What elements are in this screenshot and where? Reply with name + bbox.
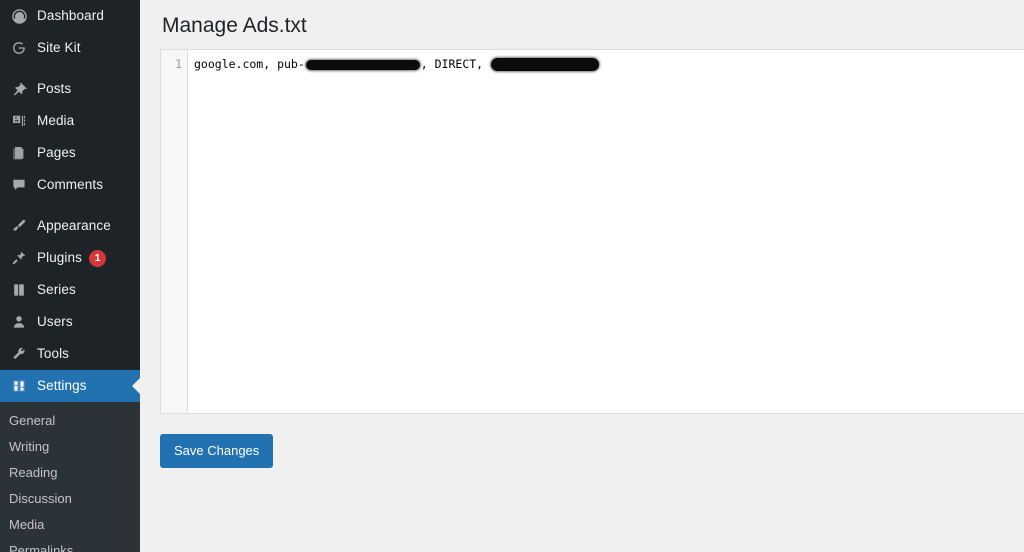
comments-icon (8, 175, 30, 195)
main-content: Manage Ads.txt 1 google.com, pub- , DIREC… (140, 0, 1024, 552)
pin-icon (8, 79, 30, 99)
sidebar-item-label: Series (37, 282, 76, 298)
wordpress-admin-screen: Dashboard Site Kit Posts Media Pages Com… (0, 0, 1024, 552)
plug-icon (8, 248, 30, 268)
save-changes-button[interactable]: Save Changes (160, 434, 274, 469)
ads-txt-code-editor[interactable]: 1 google.com, pub- , DIRECT, (160, 49, 1024, 415)
sidebar-item-comments[interactable]: Comments (0, 169, 140, 201)
page-title: Manage Ads.txt (162, 14, 307, 37)
submit-row: Save Changes (140, 414, 1024, 469)
sidebar-item-label: Site Kit (37, 40, 81, 56)
sidebar-item-label: Comments (37, 177, 104, 193)
sidebar-group-main: Dashboard Site Kit (0, 0, 140, 64)
sidebar-item-settings[interactable]: Settings (0, 370, 140, 402)
sidebar-item-site-kit[interactable]: Site Kit (0, 32, 140, 64)
redaction-certification-id (491, 58, 600, 72)
sidebar-item-dashboard[interactable]: Dashboard (0, 0, 140, 32)
submenu-item-discussion[interactable]: Discussion (0, 486, 140, 512)
editor-code-area[interactable]: google.com, pub- , DIRECT, (188, 50, 1024, 413)
sidebar-item-label: Pages (37, 145, 76, 161)
sidebar-item-appearance[interactable]: Appearance (0, 210, 140, 242)
pages-icon (8, 143, 30, 163)
sidebar-item-label: Tools (37, 346, 70, 362)
settings-sliders-icon (8, 376, 30, 396)
sidebar-divider (0, 201, 140, 210)
sidebar-item-label: Media (37, 113, 75, 129)
sidebar-item-label: Plugins (37, 250, 82, 266)
redaction-publisher-id (305, 59, 420, 70)
sidebar-item-label: Posts (37, 81, 72, 97)
code-line-1: google.com, pub- , DIRECT, (194, 56, 1024, 73)
editor-gutter: 1 (161, 50, 188, 414)
code-text-middle: , DIRECT, (420, 57, 491, 72)
submenu-item-permalinks[interactable]: Permalinks (0, 538, 140, 552)
settings-submenu: General Writing Reading Discussion Media… (0, 402, 140, 552)
sidebar-group-admin: Appearance Plugins 1 Series Users Tools … (0, 210, 140, 402)
wrench-icon (8, 344, 30, 364)
sidebar-item-series[interactable]: Series (0, 274, 140, 306)
admin-sidebar: Dashboard Site Kit Posts Media Pages Com… (0, 0, 140, 552)
submenu-item-reading[interactable]: Reading (0, 460, 140, 486)
dashboard-icon (8, 6, 30, 26)
book-icon (8, 280, 30, 300)
submenu-item-media[interactable]: Media (0, 512, 140, 538)
current-menu-arrow-icon (132, 377, 140, 395)
sidebar-group-content: Posts Media Pages Comments (0, 73, 140, 201)
sidebar-item-pages[interactable]: Pages (0, 137, 140, 169)
sidebar-item-tools[interactable]: Tools (0, 338, 140, 370)
line-number: 1 (175, 57, 182, 72)
sidebar-item-label: Settings (37, 378, 87, 394)
code-text-prefix: google.com, pub- (194, 57, 305, 72)
site-kit-g-icon (8, 38, 30, 58)
submenu-item-general[interactable]: General (0, 408, 140, 434)
media-icon (8, 111, 30, 131)
sidebar-divider (0, 64, 140, 73)
user-icon (8, 312, 30, 332)
sidebar-item-users[interactable]: Users (0, 306, 140, 338)
paintbrush-icon (8, 216, 30, 236)
sidebar-item-posts[interactable]: Posts (0, 73, 140, 105)
submenu-item-writing[interactable]: Writing (0, 434, 140, 460)
sidebar-item-plugins[interactable]: Plugins 1 (0, 242, 140, 274)
sidebar-item-label: Dashboard (37, 8, 104, 24)
plugins-update-badge: 1 (88, 249, 106, 267)
sidebar-item-label: Appearance (37, 218, 111, 234)
sidebar-item-media[interactable]: Media (0, 105, 140, 137)
sidebar-item-label: Users (37, 314, 73, 330)
